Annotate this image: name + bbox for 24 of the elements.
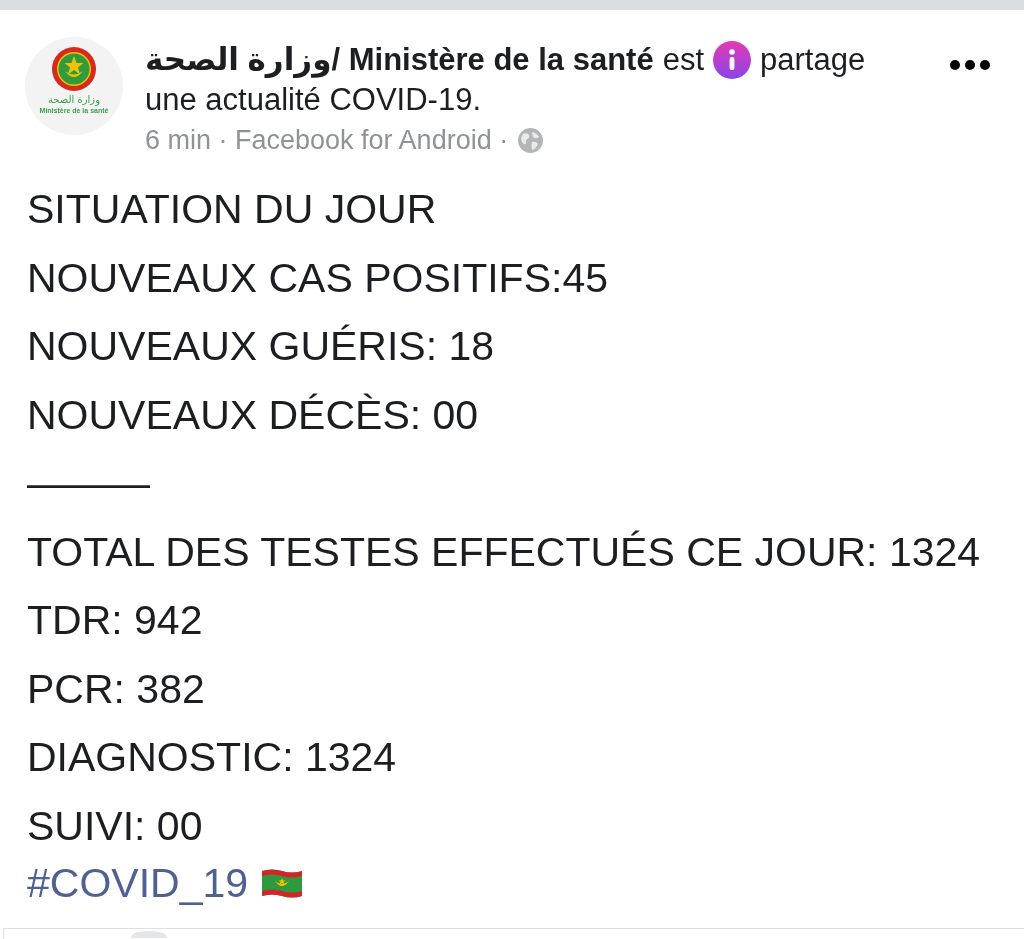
flag-icon (262, 867, 303, 899)
globe-icon (518, 127, 544, 153)
emblem-icon (52, 47, 96, 91)
post-text-line: TDR: 942 (27, 596, 204, 645)
page-name-link[interactable]: وزارة الصحة/ Ministère de la santé (145, 40, 654, 80)
hashtag-link[interactable]: #COVID_19 (27, 860, 249, 906)
post-text-line: ——— (27, 459, 151, 508)
post-text-line: NOUVEAUX DÉCÈS: 00 (27, 390, 480, 440)
post-text-line: PCR: 382 (27, 664, 206, 714)
post-text-line: SUIVI: 00 (27, 801, 204, 851)
post-text-line: DIAGNOSTIC: 1324 (27, 733, 398, 782)
avatar-placeholder (131, 931, 167, 938)
info-icon (713, 41, 751, 79)
logo-arabic-text: وزارة الصحة (48, 93, 100, 106)
activity-text: une actualité COVID-19. (145, 81, 481, 119)
post-text-line: TOTAL DES TESTES EFFECTUÉS CE JOUR: 1324 (27, 527, 982, 577)
post-text-line: SITUATION DU JOUR (27, 185, 438, 234)
activity-text: partage (760, 41, 866, 79)
post-text-line: NOUVEAUX GUÉRIS: 18 (27, 322, 496, 371)
more-button[interactable] (950, 60, 990, 70)
post-text-line: NOUVEAUX CAS POSITIFS:45 (27, 253, 609, 303)
more-icon (950, 60, 990, 70)
post-meta: 6 min · Facebook for Android · (145, 124, 509, 157)
status-text: est (662, 41, 704, 79)
